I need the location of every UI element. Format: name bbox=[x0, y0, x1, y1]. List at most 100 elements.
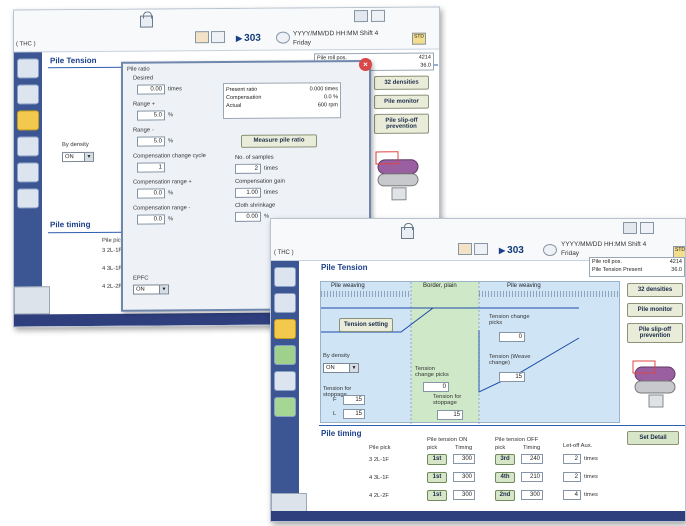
epfc-label: EPFC bbox=[133, 275, 149, 282]
sidebar-item-weaving[interactable] bbox=[17, 58, 39, 79]
pile-monitor-button[interactable]: Pile monitor bbox=[627, 303, 683, 317]
off-pick-button[interactable]: 3rd bbox=[495, 454, 515, 465]
comp-cycle-label: Compensation change cycle bbox=[133, 153, 206, 160]
off-timing-field[interactable]: 300 bbox=[521, 490, 543, 500]
comp-range-plus-field[interactable]: 0.0 bbox=[137, 188, 165, 199]
speed-value: 303 bbox=[507, 245, 524, 256]
operator-icon[interactable] bbox=[623, 222, 637, 234]
sidebar-item-weaving[interactable] bbox=[274, 267, 296, 287]
sidebar-item-tension[interactable] bbox=[17, 110, 39, 131]
sidebar-item-tools[interactable] bbox=[274, 371, 296, 391]
comp-gain-label: Compensation gain bbox=[235, 178, 285, 185]
sidebar-item-monitor[interactable] bbox=[17, 136, 39, 157]
range-plus-field[interactable]: 5.0 bbox=[137, 110, 165, 121]
percent-unit: % bbox=[168, 112, 174, 119]
timing-row: 3 2L-1F bbox=[102, 247, 122, 254]
loom-icon[interactable] bbox=[211, 31, 225, 44]
on-timing-field[interactable]: 300 bbox=[453, 490, 475, 500]
tension-change-picks-field[interactable]: 0 bbox=[423, 382, 449, 392]
set-detail-button[interactable]: Set Detail bbox=[627, 431, 679, 445]
weekday: Friday bbox=[293, 39, 312, 47]
by-density-select[interactable]: ON ▼ bbox=[323, 363, 359, 373]
l-tension-field[interactable]: 15 bbox=[343, 409, 365, 419]
f-tension-field[interactable]: 15 bbox=[343, 395, 365, 405]
image-icon[interactable] bbox=[371, 9, 385, 22]
let-off-header: Let-off Aux. bbox=[563, 443, 593, 449]
timing-row-pick: 4 3L-1F bbox=[369, 475, 389, 481]
tension-stoppage-label: Tension for stoppage bbox=[433, 394, 462, 407]
off-pick-button[interactable]: 2nd bbox=[495, 490, 515, 501]
letoff-field[interactable]: 4 bbox=[563, 490, 581, 500]
std-button[interactable]: STD bbox=[412, 32, 426, 45]
on-pick-button[interactable]: 1st bbox=[427, 490, 447, 501]
roller-graphic bbox=[632, 360, 676, 408]
tension-weave-label: Tension (Weave change) bbox=[489, 354, 531, 367]
epfc-select[interactable]: ON ▼ bbox=[133, 284, 169, 295]
on-timing-field[interactable]: 300 bbox=[453, 472, 475, 482]
pile-timing-title: Pile timing bbox=[50, 219, 91, 230]
by-density-select[interactable]: ON ▼ bbox=[62, 151, 94, 163]
cloth-shrink-field[interactable]: 0.00 bbox=[235, 211, 261, 222]
tension-stoppage-field[interactable]: 15 bbox=[437, 410, 463, 420]
top-bar: ▶ 303 YYYY/MM/DD HH:MM Shift 4 Friday STD… bbox=[271, 219, 685, 261]
lock-icon[interactable] bbox=[140, 15, 153, 28]
on-timing-field[interactable]: 300 bbox=[453, 454, 475, 464]
clock-icon bbox=[276, 31, 290, 44]
comp-gain-field[interactable]: 1.00 bbox=[235, 187, 261, 198]
close-icon[interactable]: × bbox=[359, 57, 372, 72]
speed-value: 303 bbox=[244, 32, 261, 44]
desired-field[interactable]: 0.00 bbox=[137, 84, 165, 95]
present-ratio-value: 0.000 times bbox=[309, 86, 338, 93]
off-pick-button[interactable]: 4th bbox=[495, 472, 515, 483]
tension-change-picks-field[interactable]: 0 bbox=[499, 332, 525, 342]
lock-icon[interactable] bbox=[401, 223, 414, 239]
sidebar-item-tension[interactable] bbox=[274, 319, 296, 339]
present-ratio-label: Present ratio bbox=[226, 86, 258, 94]
loom-icon[interactable] bbox=[474, 243, 488, 255]
percent-unit: % bbox=[168, 190, 174, 197]
on-pick-button[interactable]: 1st bbox=[427, 472, 447, 483]
densities-button[interactable]: 32 densities bbox=[627, 283, 683, 297]
image-icon[interactable] bbox=[640, 222, 654, 234]
comp-range-minus-field[interactable]: 0.0 bbox=[137, 214, 165, 225]
slip-off-button[interactable]: Pile slip-off prevention bbox=[627, 323, 683, 343]
comp-cycle-field[interactable]: 1 bbox=[137, 162, 165, 173]
sidebar-item-monitor[interactable] bbox=[274, 345, 296, 365]
pile-ratio-label: Pile ratio bbox=[127, 66, 150, 73]
samples-unit: times bbox=[264, 165, 278, 172]
on-pick-button[interactable]: 1st bbox=[427, 454, 447, 465]
date-time: YYYY/MM/DD HH:MM Shift 4 bbox=[561, 241, 647, 248]
densities-button[interactable]: 32 densities bbox=[374, 75, 429, 90]
comp-gain-unit: times bbox=[264, 189, 278, 196]
pile-monitor-button[interactable]: Pile monitor bbox=[374, 94, 429, 109]
cloth-shrink-label: Cloth shrinkage bbox=[235, 202, 276, 209]
percent-unit: % bbox=[264, 213, 270, 220]
samples-label: No. of samples bbox=[235, 154, 274, 161]
letoff-field[interactable]: 2 bbox=[563, 472, 581, 482]
slip-off-button[interactable]: Pile slip-off prevention bbox=[374, 113, 429, 134]
sidebar-item-cycle[interactable] bbox=[274, 397, 296, 417]
sidebar-item-setting[interactable] bbox=[17, 84, 39, 105]
operator-icon[interactable] bbox=[354, 10, 368, 23]
off-timing-field[interactable]: 210 bbox=[521, 472, 543, 482]
calendar-icon[interactable] bbox=[195, 31, 209, 44]
measure-pile-ratio-button[interactable]: Measure pile ratio bbox=[241, 134, 317, 148]
desired-label: Desired bbox=[133, 75, 153, 82]
sidebar-item-cycle[interactable] bbox=[17, 188, 39, 209]
samples-field[interactable]: 2 bbox=[235, 163, 261, 174]
tension-weave-field[interactable]: 15 bbox=[499, 372, 525, 382]
comp-range-plus-label: Compensation range + bbox=[133, 179, 192, 186]
letoff-field[interactable]: 2 bbox=[563, 454, 581, 464]
calendar-icon[interactable] bbox=[458, 243, 472, 255]
mode-label: ( THC ) bbox=[274, 250, 294, 256]
range-minus-field[interactable]: 5.0 bbox=[137, 136, 165, 147]
tension-diagram: Pile weaving Border, plain Pile weaving … bbox=[320, 281, 620, 424]
tension-setting-button[interactable]: Tension setting bbox=[339, 318, 393, 332]
sidebar-item-setting[interactable] bbox=[274, 293, 296, 313]
by-density-value: ON bbox=[326, 365, 335, 371]
by-density-value: ON bbox=[65, 154, 74, 161]
off-timing-field[interactable]: 240 bbox=[521, 454, 543, 464]
letoff-unit: times bbox=[584, 456, 598, 462]
sidebar-item-tools[interactable] bbox=[17, 162, 39, 183]
speed-display: ▶ 303 bbox=[499, 245, 524, 256]
